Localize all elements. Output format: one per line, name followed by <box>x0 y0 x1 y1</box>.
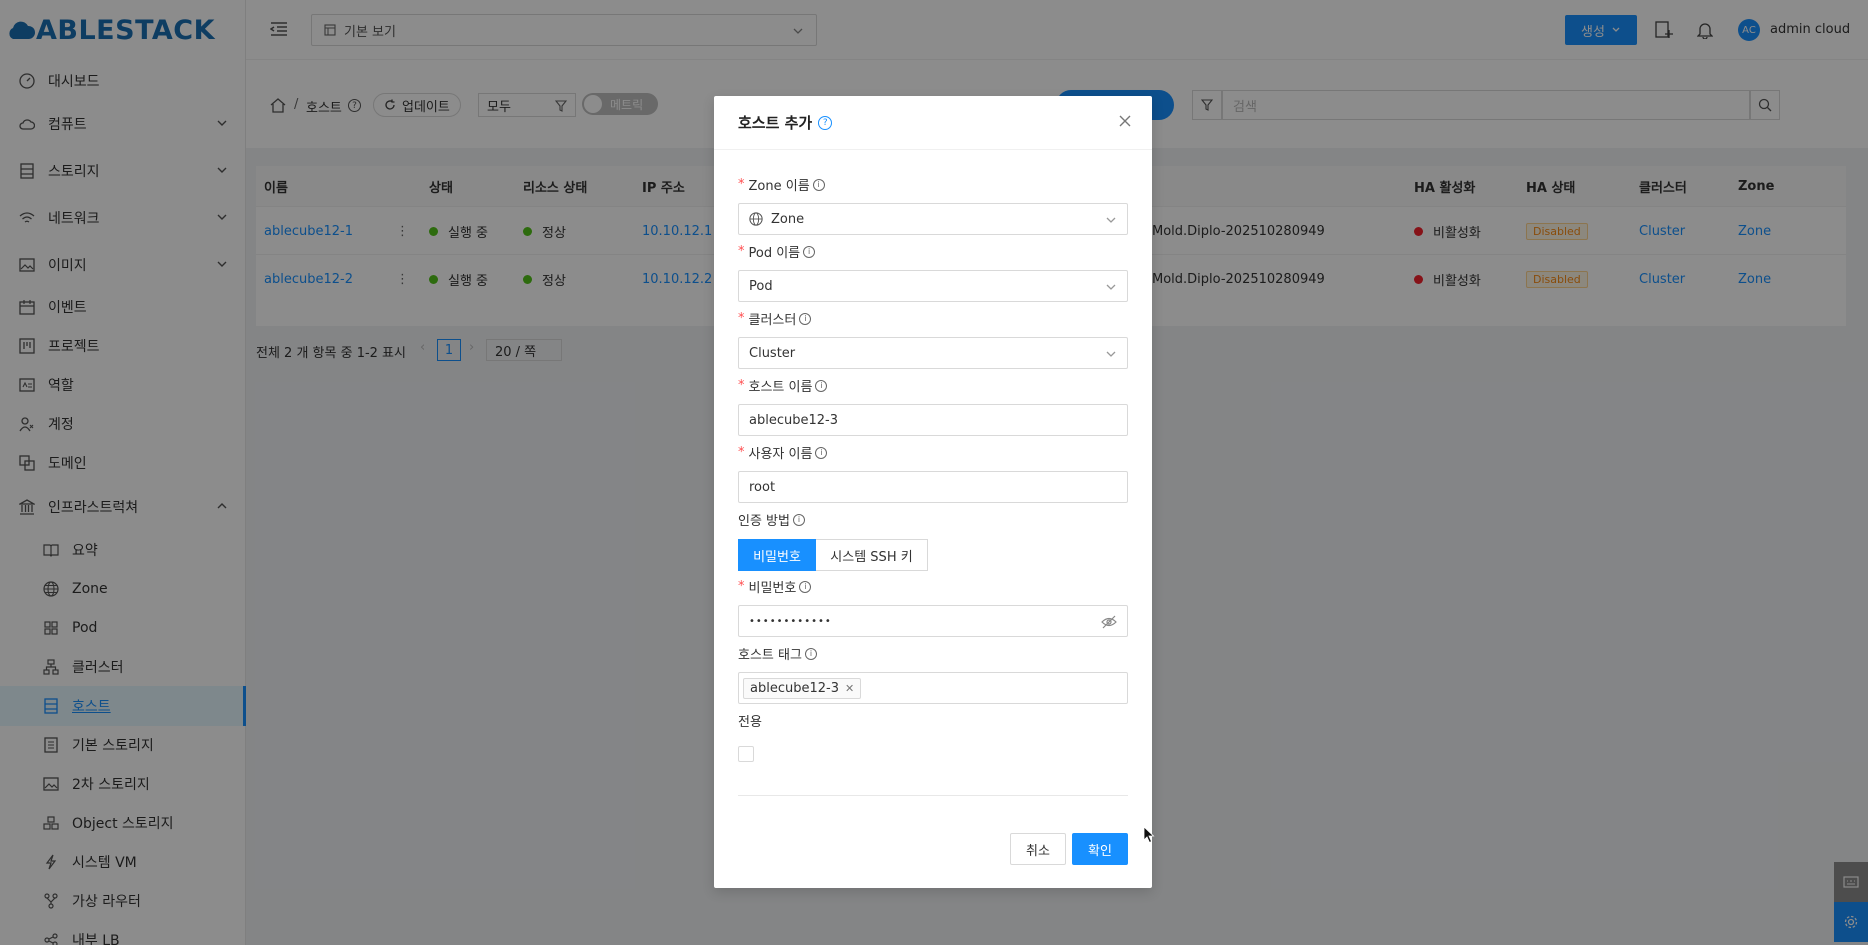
pod-select-value: Pod <box>749 278 773 294</box>
info-icon[interactable]: i <box>812 178 825 191</box>
dedicated-checkbox[interactable] <box>738 746 754 762</box>
password-value: •••••••••••• <box>749 615 832 627</box>
info-icon[interactable]: i <box>815 446 828 459</box>
mouse-cursor-icon <box>1143 826 1155 844</box>
info-icon[interactable]: i <box>804 647 817 660</box>
confirm-button[interactable]: 확인 <box>1072 833 1128 865</box>
info-icon[interactable]: i <box>799 580 812 593</box>
auth-method-label-text: 인증 방법 <box>738 514 790 529</box>
tag-remove-icon[interactable]: ✕ <box>845 682 854 695</box>
cancel-button[interactable]: 취소 <box>1010 833 1066 865</box>
password-label-text: 비밀번호 <box>748 581 797 596</box>
eye-invisible-icon[interactable] <box>1101 615 1117 629</box>
add-host-modal: 호스트 추가 ? * Zone 이름 i Zone * Pod 이름 i Pod… <box>714 96 1152 888</box>
host-name-label-text: 호스트 이름 <box>748 380 813 395</box>
modal-divider <box>738 795 1128 796</box>
pod-label-text: Pod 이름 <box>748 246 801 261</box>
dedicated-label: 전용 <box>738 711 762 730</box>
cluster-label-text: 클러스터 <box>748 313 797 328</box>
pod-select[interactable]: Pod <box>738 270 1128 302</box>
pod-label: * Pod 이름 i <box>738 242 816 261</box>
cancel-button-label: 취소 <box>1026 843 1050 859</box>
info-icon[interactable]: i <box>803 245 816 258</box>
global-icon <box>749 212 763 226</box>
auth-option-label: 시스템 SSH 키 <box>830 549 913 565</box>
required-mark: * <box>738 177 745 192</box>
tag-chip-label: ablecube12-3 <box>750 680 839 696</box>
required-mark: * <box>738 311 745 326</box>
zone-select[interactable]: Zone <box>738 203 1128 235</box>
auth-option-ssh-key[interactable]: 시스템 SSH 키 <box>816 539 928 571</box>
host-tags-label: 호스트 태그 i <box>738 644 817 663</box>
tag-chip: ablecube12-3 ✕ <box>743 677 862 699</box>
close-icon[interactable] <box>1118 114 1132 128</box>
auth-option-password[interactable]: 비밀번호 <box>738 539 816 571</box>
auth-method-label: 인증 방법 i <box>738 510 805 529</box>
required-mark: * <box>738 244 745 259</box>
modal-title: 호스트 추가 <box>738 114 813 132</box>
password-input[interactable]: •••••••••••• <box>738 605 1128 637</box>
host-name-label: * 호스트 이름 i <box>738 376 828 395</box>
required-mark: * <box>738 579 745 594</box>
zone-label-text: Zone 이름 <box>748 179 810 194</box>
username-input[interactable]: root <box>738 471 1128 503</box>
required-mark: * <box>738 378 745 393</box>
help-icon[interactable]: ? <box>818 115 833 130</box>
username-label: * 사용자 이름 i <box>738 443 828 462</box>
cluster-select-value: Cluster <box>749 345 796 361</box>
modal-header: 호스트 추가 ? <box>714 96 1152 150</box>
required-mark: * <box>738 445 745 460</box>
info-icon[interactable]: i <box>792 513 805 526</box>
confirm-button-label: 확인 <box>1088 843 1112 859</box>
auth-option-label: 비밀번호 <box>753 549 801 565</box>
chevron-down-icon <box>1106 351 1116 357</box>
username-value: root <box>749 479 776 495</box>
chevron-down-icon <box>1106 217 1116 223</box>
dedicated-label-text: 전용 <box>738 715 762 730</box>
zone-label: * Zone 이름 i <box>738 175 825 194</box>
host-tags-input[interactable]: ablecube12-3 ✕ <box>738 672 1128 704</box>
info-icon[interactable]: i <box>799 312 812 325</box>
zone-select-value: Zone <box>771 211 805 227</box>
username-label-text: 사용자 이름 <box>748 447 813 462</box>
host-name-input[interactable]: ablecube12-3 <box>738 404 1128 436</box>
host-name-value: ablecube12-3 <box>749 412 838 428</box>
password-label: * 비밀번호 i <box>738 577 812 596</box>
cluster-label: * 클러스터 i <box>738 309 812 328</box>
cluster-select[interactable]: Cluster <box>738 337 1128 369</box>
info-icon[interactable]: i <box>815 379 828 392</box>
host-tags-label-text: 호스트 태그 <box>738 648 802 663</box>
chevron-down-icon <box>1106 284 1116 290</box>
